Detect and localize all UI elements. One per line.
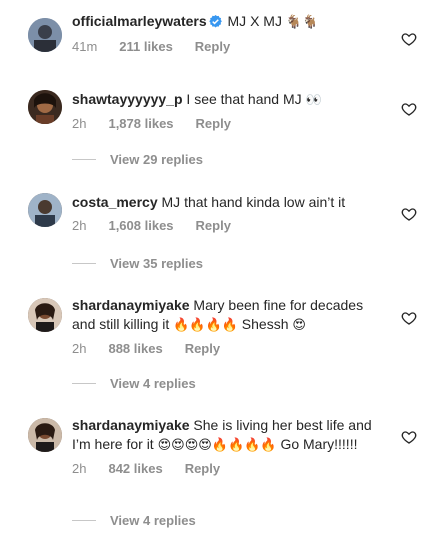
comment-text: shardanaymiyake Mary been fine for decad… <box>72 296 382 335</box>
likes-count[interactable]: 888 likes <box>108 341 162 356</box>
like-heart-icon[interactable] <box>401 310 417 326</box>
username[interactable]: costa_mercy <box>72 194 158 210</box>
comment-text: shawtayyyyyy_p I see that hand MJ 👀 <box>72 90 382 110</box>
like-heart-icon[interactable] <box>401 101 417 117</box>
comment-text: shardanaymiyake She is living her best l… <box>72 416 382 455</box>
likes-count[interactable]: 211 likes <box>119 39 173 54</box>
view-replies-label: View 29 replies <box>110 152 203 167</box>
like-heart-icon[interactable] <box>401 31 417 47</box>
reply-button[interactable]: Reply <box>196 218 231 233</box>
emoji: 😍😍😍😍🔥🔥🔥🔥 <box>157 438 277 453</box>
comment-body: MJ that hand kinda low ain’t it <box>161 194 346 210</box>
username[interactable]: shardanaymiyake <box>72 297 190 313</box>
comment-text: officialmarleywaters MJ X MJ 🐐🐐 <box>72 12 382 33</box>
likes-count[interactable]: 1,608 likes <box>108 218 173 233</box>
username[interactable]: shawtayyyyyy_p <box>72 91 183 107</box>
divider-line <box>72 520 96 521</box>
username[interactable]: officialmarleywaters <box>72 13 207 29</box>
avatar[interactable] <box>28 18 62 52</box>
timestamp: 41m <box>72 39 98 54</box>
reply-button[interactable]: Reply <box>196 116 231 131</box>
timestamp: 2h <box>72 341 87 356</box>
emoji: 😍 <box>292 318 306 333</box>
view-replies-label: View 35 replies <box>110 256 203 271</box>
view-replies-label: View 4 replies <box>110 376 196 391</box>
divider-line <box>72 383 96 384</box>
comment-text: costa_mercy MJ that hand kinda low ain’t… <box>72 193 382 212</box>
divider-line <box>72 263 96 264</box>
avatar[interactable] <box>28 193 62 227</box>
reply-button[interactable]: Reply <box>185 341 220 356</box>
comment-body-continued: Shessh <box>241 316 289 332</box>
view-replies-button[interactable]: View 29 replies <box>72 152 203 167</box>
comment-body-continued: Go Mary!!!!!! <box>280 436 358 452</box>
likes-count[interactable]: 1,878 likes <box>108 116 173 131</box>
timestamp: 2h <box>72 461 87 476</box>
avatar[interactable] <box>28 298 62 332</box>
comment-body: MJ X MJ <box>227 13 282 29</box>
emoji: 🔥🔥🔥🔥 <box>173 318 238 333</box>
username[interactable]: shardanaymiyake <box>72 417 190 433</box>
timestamp: 2h <box>72 218 87 233</box>
view-replies-button[interactable]: View 4 replies <box>72 376 196 391</box>
verified-badge-icon <box>208 14 222 33</box>
reply-button[interactable]: Reply <box>195 39 230 54</box>
like-heart-icon[interactable] <box>401 206 417 222</box>
view-replies-label: View 4 replies <box>110 513 196 528</box>
view-replies-button[interactable]: View 4 replies <box>72 513 196 528</box>
timestamp: 2h <box>72 116 87 131</box>
comment-body: I see that hand MJ <box>186 91 302 107</box>
like-heart-icon[interactable] <box>401 429 417 445</box>
avatar[interactable] <box>28 418 62 452</box>
likes-count[interactable]: 842 likes <box>108 461 162 476</box>
view-replies-button[interactable]: View 35 replies <box>72 256 203 271</box>
reply-button[interactable]: Reply <box>185 461 220 476</box>
emoji: 🐐🐐 <box>285 15 319 30</box>
avatar[interactable] <box>28 90 62 124</box>
divider-line <box>72 159 96 160</box>
emoji: 👀 <box>305 93 322 108</box>
